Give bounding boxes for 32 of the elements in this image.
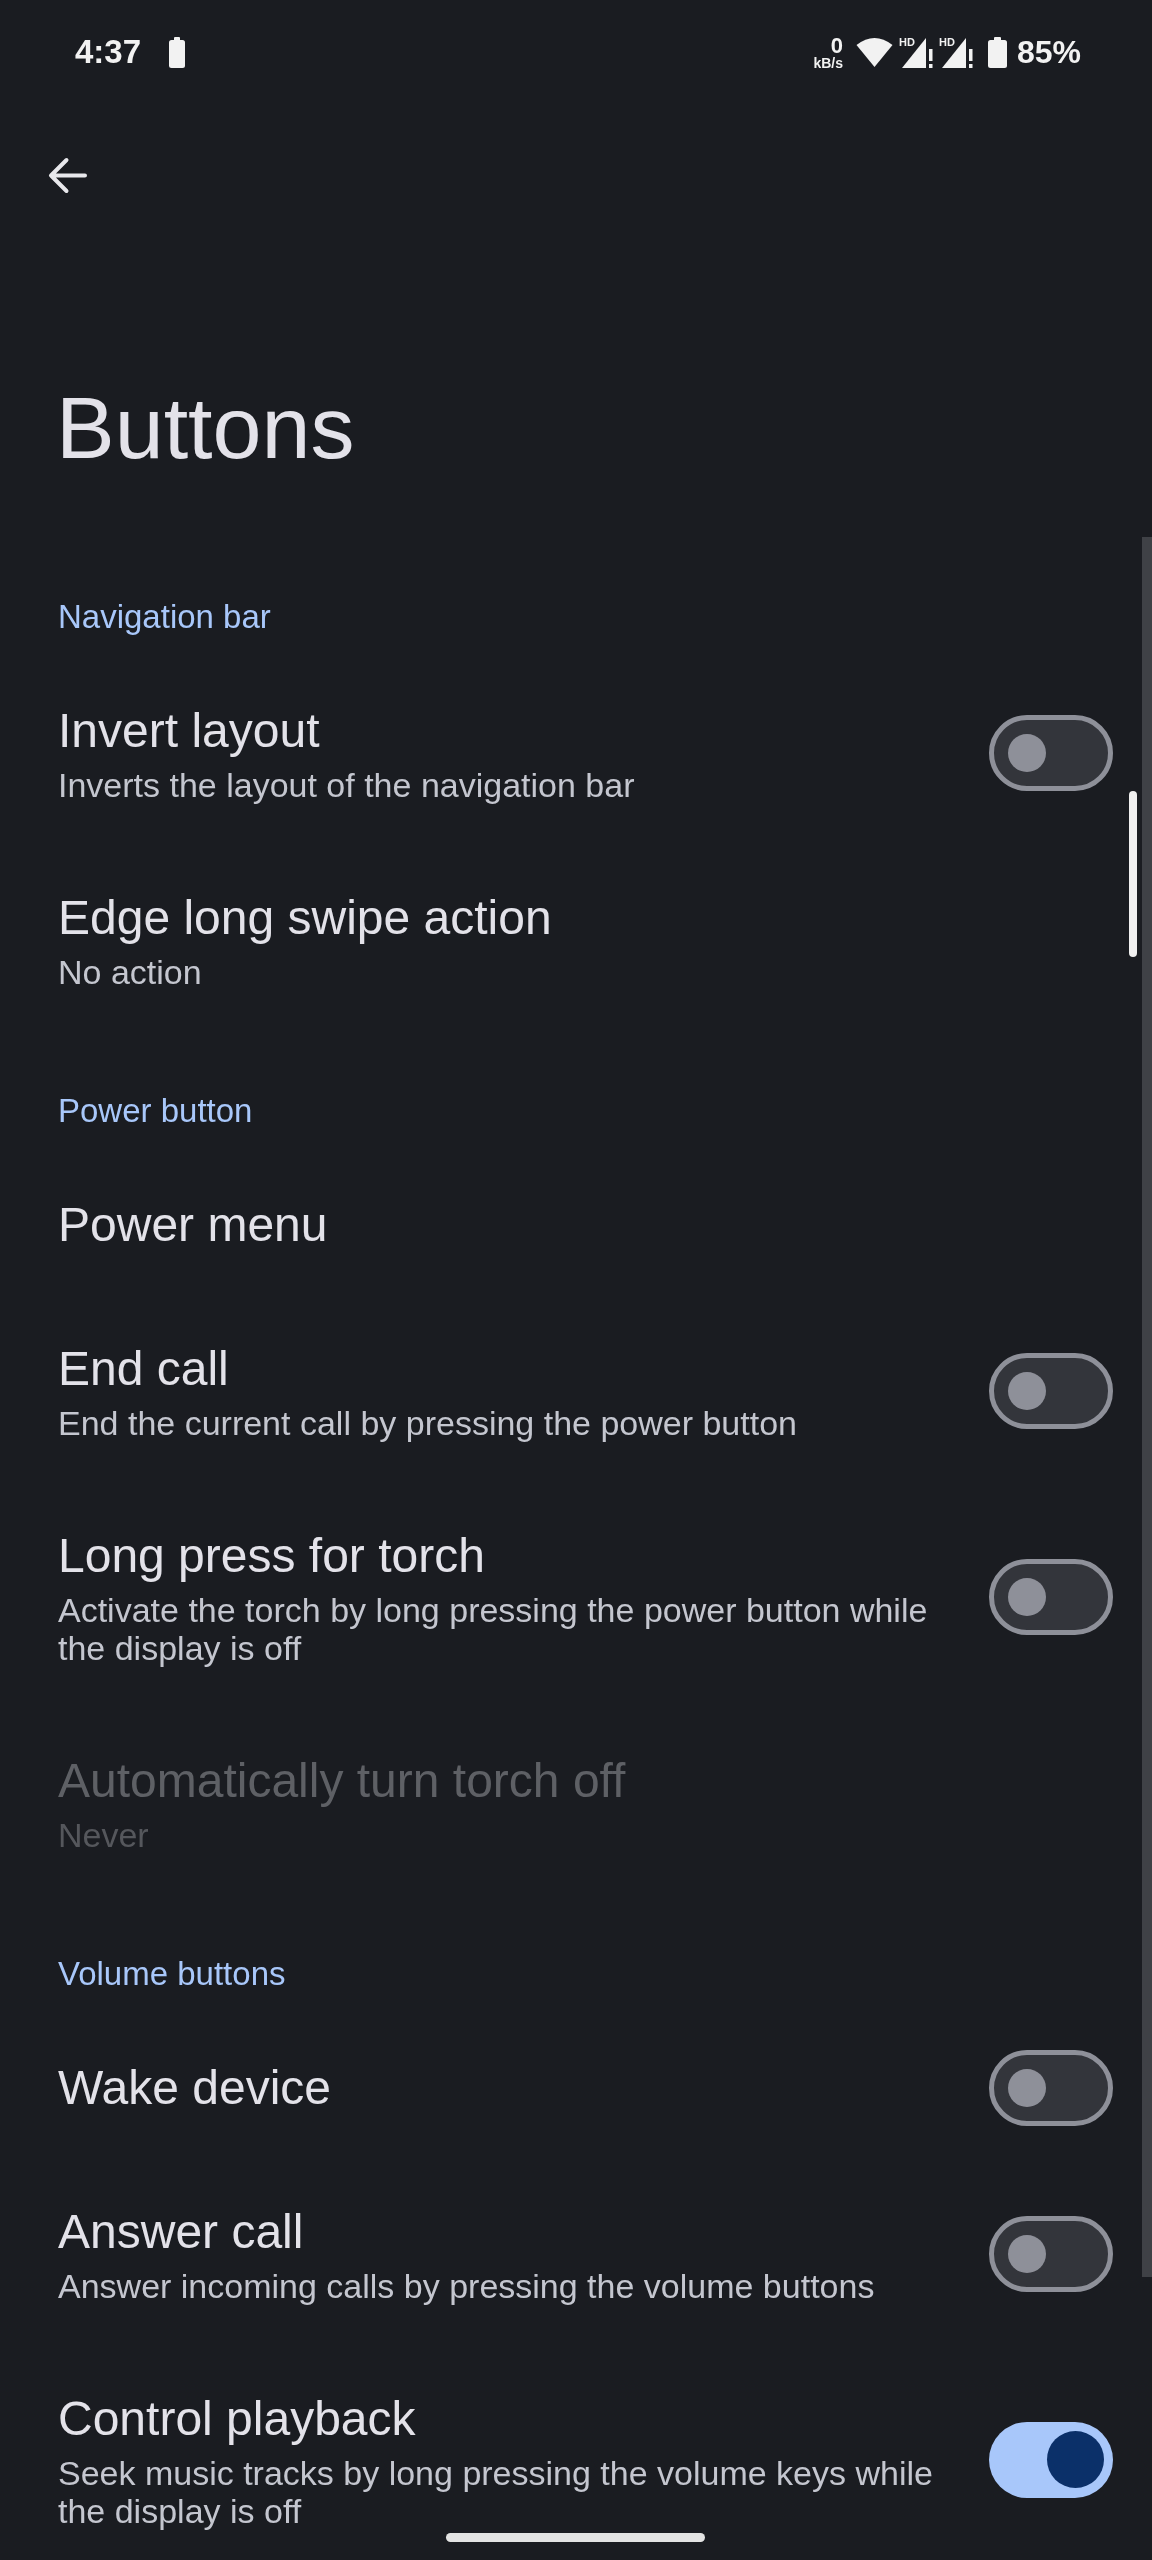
back-arrow-icon[interactable] xyxy=(47,156,87,194)
setting-summary: Activate the torch by long pressing the power button while the display is off xyxy=(58,1591,929,1667)
setting-summary: End the current call by pressing the power button xyxy=(58,1404,798,1442)
network-speed-unit: kB/s xyxy=(813,55,843,70)
battery-icon xyxy=(987,36,1007,68)
setting-title[interactable]: Invert layout xyxy=(58,701,320,761)
setting-title[interactable]: Wake device xyxy=(58,2058,331,2118)
setting-summary: No action xyxy=(58,953,203,991)
setting-summary: Inverts the layout of the navigation bar xyxy=(58,766,636,804)
wifi-icon xyxy=(855,37,893,67)
signal-icon xyxy=(901,36,933,68)
network-type-label: HD xyxy=(898,35,915,48)
setting-title[interactable]: Control playback xyxy=(58,2389,416,2449)
signal-icon xyxy=(941,36,973,68)
network-speed-value: 0 xyxy=(830,34,843,56)
scrollbar-thumb[interactable] xyxy=(1129,791,1137,957)
setting-summary: Never xyxy=(58,1816,150,1854)
setting-title[interactable]: Answer call xyxy=(58,2202,304,2262)
page-title: Buttons xyxy=(56,378,355,478)
setting-title[interactable]: Long press for torch xyxy=(58,1526,485,1586)
battery-icon xyxy=(169,36,186,68)
battery-percentage: 85% xyxy=(1016,33,1081,72)
setting-title[interactable]: Power menu xyxy=(58,1195,328,1255)
section-header: Volume buttons xyxy=(58,1954,286,1994)
setting-summary: Seek music tracks by long pressing the volume keys while the display is off xyxy=(58,2454,934,2530)
section-header: Navigation bar xyxy=(58,597,271,637)
network-type-label: HD xyxy=(938,35,955,48)
status-time: 4:37 xyxy=(75,32,142,72)
setting-title[interactable]: Edge long swipe action xyxy=(58,888,552,948)
section-header: Power button xyxy=(58,1091,253,1131)
setting-summary: Answer incoming calls by pressing the volume buttons xyxy=(58,2267,876,2305)
setting-title[interactable]: End call xyxy=(58,1339,229,1399)
